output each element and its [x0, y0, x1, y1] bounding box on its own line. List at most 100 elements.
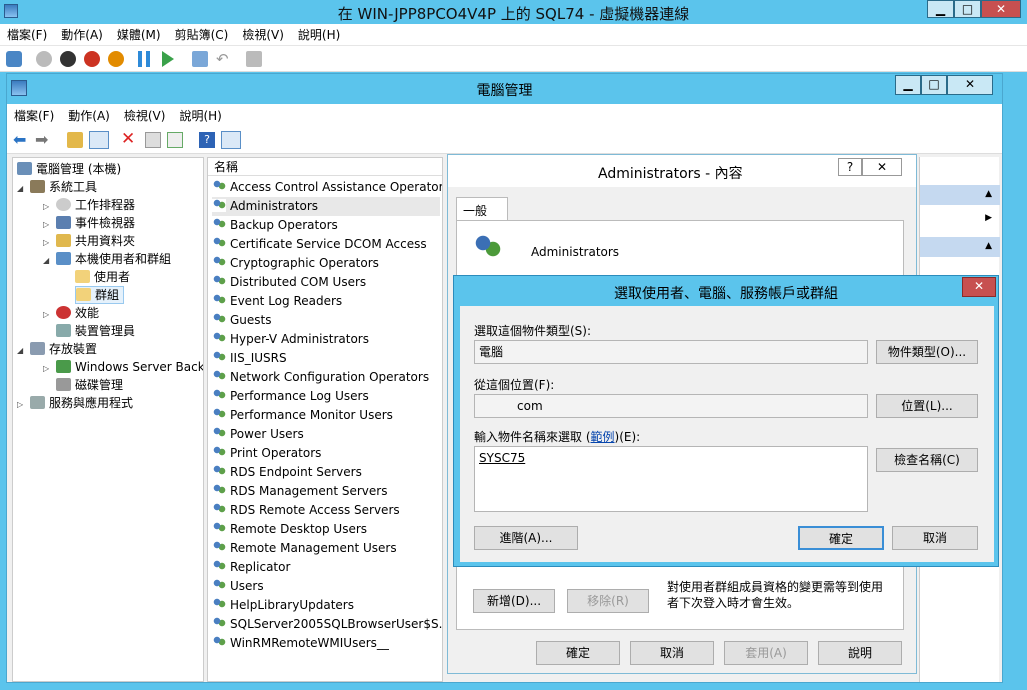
group-list-item[interactable]: IIS_IUSRS: [212, 349, 287, 368]
sel-close-button[interactable]: ✕: [962, 277, 996, 297]
group-list-item[interactable]: Network Configuration Operators: [212, 368, 429, 387]
add-member-button[interactable]: 新增(D)...: [473, 589, 555, 613]
group-icon: [212, 313, 226, 326]
group-list-item[interactable]: Replicator: [212, 558, 290, 577]
props-apply-button[interactable]: 套用(A): [724, 641, 808, 665]
up-folder-icon[interactable]: [67, 132, 83, 148]
examples-link[interactable]: 範例: [591, 430, 615, 444]
vm-menu-help[interactable]: 說明(H): [291, 26, 347, 43]
enhanced-session-icon[interactable]: [246, 51, 262, 67]
tree-item-task-scheduler[interactable]: ▷ 工作排程器: [43, 196, 135, 214]
vm-minimize-button[interactable]: ▁: [927, 0, 954, 18]
vm-menu-clipboard[interactable]: 剪貼簿(C): [168, 26, 236, 43]
props-ok-button[interactable]: 確定: [536, 641, 620, 665]
save-state-icon[interactable]: [108, 51, 124, 67]
cm-menu-file[interactable]: 檔案(F): [7, 107, 61, 124]
group-list-item[interactable]: Cryptographic Operators: [212, 254, 379, 273]
vm-close-button[interactable]: ✕: [981, 0, 1021, 18]
group-icon: [212, 541, 226, 554]
tree-item-shared-folders[interactable]: ▷ 共用資料夾: [43, 232, 135, 250]
locations-button[interactable]: 位置(L)...: [876, 394, 978, 418]
group-icon: [212, 579, 226, 592]
group-list-item[interactable]: Users: [212, 577, 264, 596]
turn-off-icon[interactable]: [60, 51, 76, 67]
shutdown-icon[interactable]: [84, 51, 100, 67]
checkpoint-icon[interactable]: [192, 51, 208, 67]
sel-ok-button[interactable]: 確定: [798, 526, 884, 550]
revert-icon[interactable]: ↶: [216, 51, 232, 67]
tree-item-device-manager[interactable]: 裝置管理員: [56, 322, 135, 340]
group-list-item[interactable]: Performance Monitor Users: [212, 406, 393, 425]
object-types-button[interactable]: 物件類型(O)...: [876, 340, 978, 364]
tree-item-users[interactable]: 使用者: [75, 268, 130, 286]
props-help-button[interactable]: ?: [838, 158, 862, 176]
back-icon[interactable]: ⬅: [13, 132, 29, 148]
actions-subheader[interactable]: ▲: [920, 237, 1000, 257]
group-list-item[interactable]: Hyper-V Administrators: [212, 330, 369, 349]
group-list-item[interactable]: HelpLibraryUpdaters: [212, 596, 354, 615]
vm-menu-view[interactable]: 檢視(V): [235, 26, 291, 43]
group-list-item[interactable]: Certificate Service DCOM Access: [212, 235, 427, 254]
group-list-item[interactable]: Guests: [212, 311, 272, 330]
group-list-item[interactable]: Print Operators: [212, 444, 321, 463]
show-action-pane-icon[interactable]: [221, 131, 241, 149]
group-list-item[interactable]: Access Control Assistance Operators: [212, 178, 442, 197]
group-list-item[interactable]: Power Users: [212, 425, 304, 444]
check-names-button[interactable]: 檢查名稱(C): [876, 448, 978, 472]
group-list-item[interactable]: Administrators: [212, 197, 440, 216]
tree-item-windows-server-backup[interactable]: ▷ Windows Server Backu: [43, 358, 203, 376]
group-list-item[interactable]: Distributed COM Users: [212, 273, 366, 292]
group-list-item[interactable]: SQLServer2005SQLBrowserUser$S...: [212, 615, 442, 634]
pause-icon[interactable]: [138, 51, 150, 67]
remove-member-button[interactable]: 移除(R): [567, 589, 649, 613]
vm-menu-action[interactable]: 動作(A): [54, 26, 110, 43]
sel-cancel-button[interactable]: 取消: [892, 526, 978, 550]
tree-item-computer-management[interactable]: 電腦管理 (本機): [17, 160, 121, 178]
cm-minimize-button[interactable]: ▁: [895, 75, 921, 95]
tree-item-storage[interactable]: ◢ 存放裝置: [17, 340, 97, 358]
group-list-item[interactable]: Event Log Readers: [212, 292, 342, 311]
tree-item-disk-management[interactable]: 磁碟管理: [56, 376, 123, 394]
tree-item-system-tools[interactable]: ◢ 系統工具: [17, 178, 97, 196]
resume-icon[interactable]: [162, 51, 174, 67]
cm-menu-view[interactable]: 檢視(V): [117, 107, 173, 124]
properties-icon[interactable]: [145, 132, 161, 148]
props-help-text-button[interactable]: 說明: [818, 641, 902, 665]
start-icon[interactable]: [36, 51, 52, 67]
group-list-item[interactable]: Remote Management Users: [212, 539, 397, 558]
group-list-item[interactable]: RDS Remote Access Servers: [212, 501, 400, 520]
more-actions-item[interactable]: ▶: [920, 209, 1000, 229]
props-cancel-button[interactable]: 取消: [630, 641, 714, 665]
delete-icon[interactable]: ✕: [121, 131, 137, 148]
tree-item-services-applications[interactable]: ▷ 服務與應用程式: [17, 394, 133, 412]
event-viewer-icon: [56, 216, 71, 229]
advanced-button[interactable]: 進階(A)...: [474, 526, 578, 550]
group-list-item[interactable]: WinRMRemoteWMIUsers__: [212, 634, 389, 653]
cm-menu-action[interactable]: 動作(A): [61, 107, 117, 124]
object-names-input[interactable]: SYSC75: [474, 446, 868, 512]
group-list-item[interactable]: Performance Log Users: [212, 387, 369, 406]
group-list-item[interactable]: Backup Operators: [212, 216, 338, 235]
ctrl-alt-del-icon[interactable]: [6, 51, 22, 67]
tree-item-event-viewer[interactable]: ▷ 事件檢視器: [43, 214, 135, 232]
vm-menu-media[interactable]: 媒體(M): [110, 26, 168, 43]
vm-maximize-button[interactable]: □: [954, 0, 981, 18]
help-icon[interactable]: ?: [199, 132, 215, 148]
group-list-item[interactable]: RDS Endpoint Servers: [212, 463, 362, 482]
actions-header[interactable]: ▲: [920, 185, 1000, 205]
props-close-button[interactable]: ✕: [862, 158, 902, 176]
tab-general[interactable]: 一般: [456, 197, 508, 221]
group-list-item[interactable]: RDS Management Servers: [212, 482, 387, 501]
cm-menu-help[interactable]: 說明(H): [172, 107, 228, 124]
forward-icon[interactable]: ➡: [35, 132, 51, 148]
group-list-item[interactable]: Remote Desktop Users: [212, 520, 367, 539]
tree-item-local-users-groups[interactable]: ◢ 本機使用者和群組: [43, 250, 171, 268]
cm-close-button[interactable]: ✕: [947, 75, 993, 95]
vm-menu-file[interactable]: 檔案(F): [0, 26, 54, 43]
tree-item-groups[interactable]: 群組: [75, 286, 125, 304]
cm-maximize-button[interactable]: □: [921, 75, 947, 95]
tree-item-performance[interactable]: ▷ 效能: [43, 304, 99, 322]
column-header-name[interactable]: 名稱: [208, 158, 442, 176]
export-list-icon[interactable]: [167, 132, 183, 148]
show-hide-tree-icon[interactable]: [89, 131, 109, 149]
